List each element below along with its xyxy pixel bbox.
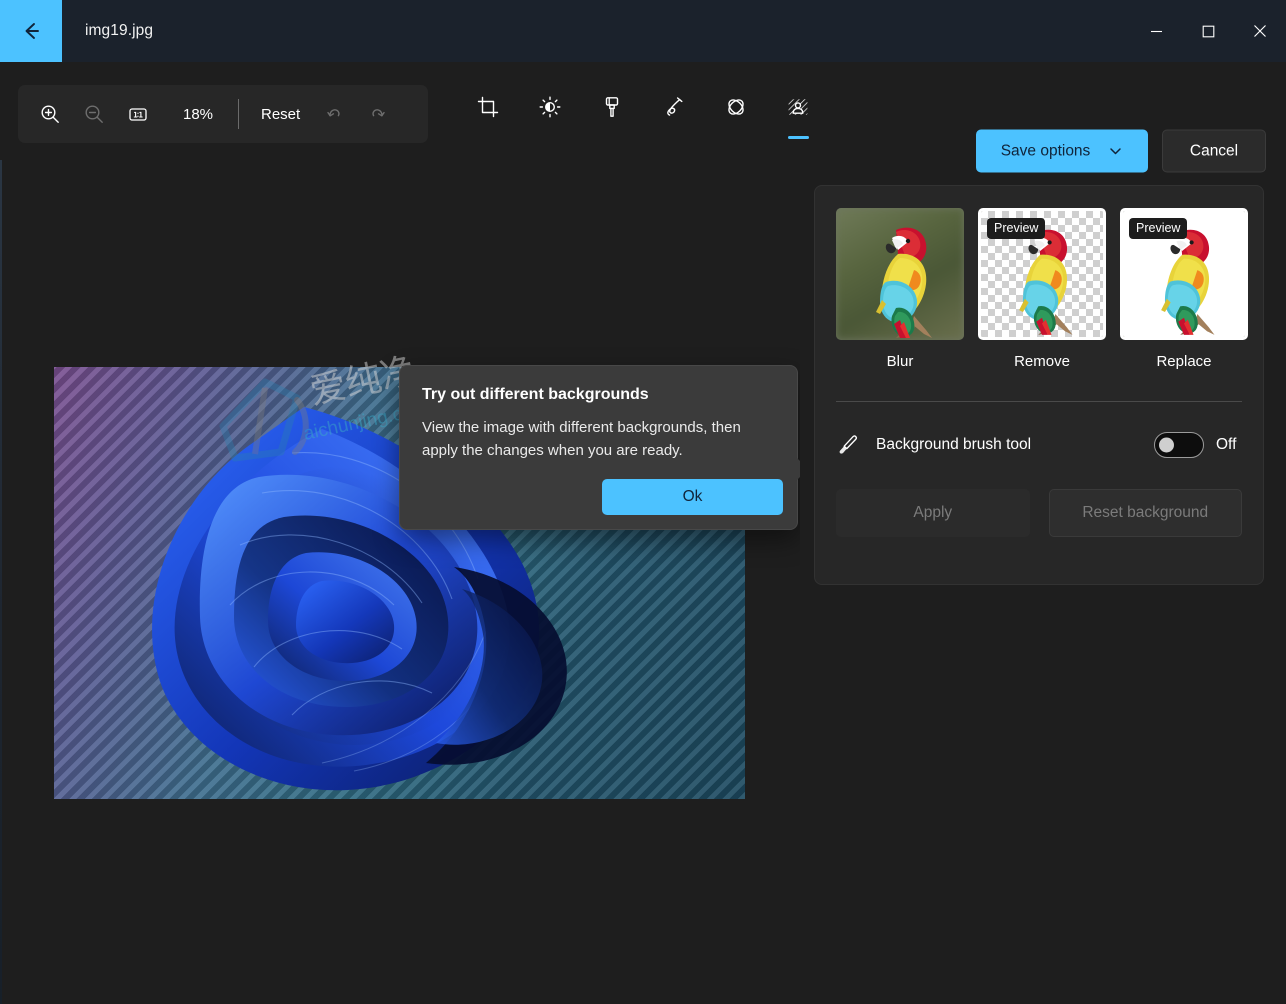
minimize-icon: [1150, 25, 1163, 38]
background-brush-toggle[interactable]: [1154, 432, 1204, 458]
title-bar: img19.jpg: [0, 0, 1286, 62]
zoom-toolbar: 18% Reset: [18, 85, 428, 143]
undo-button[interactable]: [312, 94, 356, 134]
teaching-tip-tail: [796, 457, 800, 481]
teaching-tip: Try out different backgrounds View the i…: [399, 365, 798, 530]
chevron-down-icon: [1108, 144, 1123, 159]
teaching-tip-ok-button[interactable]: Ok: [602, 479, 783, 515]
window-controls: [1130, 0, 1286, 62]
teaching-tip-body: View the image with different background…: [422, 416, 762, 463]
background-option-replace[interactable]: Preview: [1120, 208, 1248, 370]
pen-icon: [662, 95, 686, 119]
thumbnail-blur: [836, 208, 964, 340]
maximize-button[interactable]: [1182, 0, 1234, 62]
erase-objects-icon: [724, 95, 748, 119]
actual-size-button[interactable]: [116, 94, 160, 134]
tool-strip: [467, 86, 819, 140]
background-option-label: Blur: [887, 353, 914, 370]
brightness-icon: [538, 95, 562, 119]
brush-icon: [836, 433, 866, 457]
save-options-label: Save options: [1001, 142, 1091, 160]
cancel-button[interactable]: Cancel: [1162, 130, 1266, 173]
thumbnail-remove: Preview: [978, 208, 1106, 340]
back-arrow-icon: [18, 18, 44, 44]
background-icon: [786, 95, 810, 119]
tool-selected-underline: [788, 136, 809, 139]
background-brush-state: Off: [1216, 436, 1242, 454]
zoom-out-icon: [83, 103, 105, 125]
action-buttons: Save options Cancel: [976, 130, 1266, 173]
tool-markup[interactable]: [591, 86, 633, 140]
background-brush-row: Background brush tool Off: [836, 432, 1242, 458]
back-button[interactable]: [0, 0, 62, 62]
tool-crop[interactable]: [467, 86, 509, 140]
zoom-in-button[interactable]: [28, 94, 72, 134]
zoom-level-label: 18%: [168, 106, 228, 123]
redo-icon: [367, 103, 389, 125]
tool-selected-underline: [602, 136, 623, 139]
tool-selected-underline: [664, 136, 685, 139]
tool-pen[interactable]: [653, 86, 695, 140]
command-bar: 18% Reset: [0, 62, 1286, 160]
tool-selected-underline: [726, 136, 747, 139]
preview-badge: Preview: [1129, 218, 1187, 239]
background-option-label: Remove: [1014, 353, 1070, 370]
close-button[interactable]: [1234, 0, 1286, 62]
window-title: img19.jpg: [62, 0, 1130, 62]
background-options: Blur Preview: [836, 208, 1242, 370]
canvas-area[interactable]: 爱纯净 aichunjing.com Try out different bac…: [0, 160, 800, 1004]
tool-background[interactable]: [777, 86, 819, 140]
marker-icon: [600, 95, 624, 119]
redo-button[interactable]: [356, 94, 400, 134]
apply-button[interactable]: Apply: [836, 489, 1030, 537]
crop-icon: [476, 95, 500, 119]
background-option-blur[interactable]: Blur: [836, 208, 964, 370]
panel-action-buttons: Apply Reset background: [836, 489, 1242, 537]
reset-zoom-button[interactable]: Reset: [249, 98, 312, 131]
teaching-tip-title: Try out different backgrounds: [422, 386, 775, 404]
preview-badge: Preview: [987, 218, 1045, 239]
toolbar-separator: [238, 99, 239, 129]
close-icon: [1253, 24, 1267, 38]
background-option-label: Replace: [1156, 353, 1211, 370]
tool-erase[interactable]: [715, 86, 757, 140]
thumbnail-replace: Preview: [1120, 208, 1248, 340]
toggle-knob: [1159, 438, 1174, 453]
tool-selected-underline: [478, 136, 499, 139]
maximize-icon: [1202, 25, 1215, 38]
panel-divider: [836, 401, 1242, 402]
reset-background-button[interactable]: Reset background: [1049, 489, 1243, 537]
tool-adjustment[interactable]: [529, 86, 571, 140]
zoom-in-icon: [39, 103, 61, 125]
image-editor-window: img19.jpg: [0, 0, 1286, 1004]
minimize-button[interactable]: [1130, 0, 1182, 62]
one-to-one-icon: [127, 103, 149, 125]
background-option-remove[interactable]: Preview: [978, 208, 1106, 370]
zoom-out-button[interactable]: [72, 94, 116, 134]
background-panel: Blur Preview: [814, 185, 1264, 585]
tool-selected-underline: [540, 136, 561, 139]
undo-icon: [323, 103, 345, 125]
parrot-image: [836, 208, 964, 340]
save-options-button[interactable]: Save options: [976, 130, 1148, 173]
canvas-edge-stripe: [0, 160, 2, 1004]
background-brush-label: Background brush tool: [876, 436, 1154, 454]
